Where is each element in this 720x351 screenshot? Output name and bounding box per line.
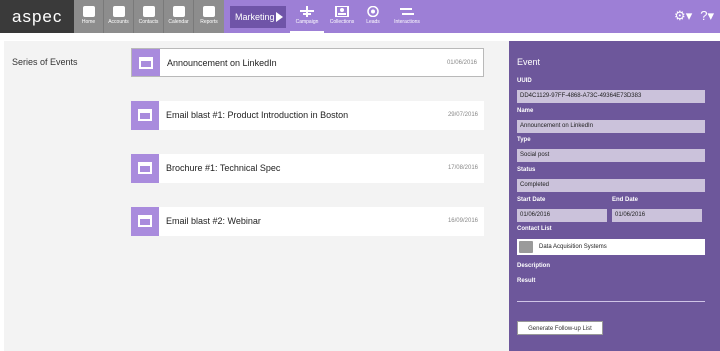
target-icon — [367, 6, 379, 17]
calendar-icon — [138, 109, 152, 121]
generate-follow-up-list-button[interactable]: Generate Follow-up List — [517, 321, 603, 335]
name-label: Name — [517, 108, 534, 114]
status-field[interactable]: Completed — [517, 179, 705, 192]
contact-card-icon — [519, 241, 533, 253]
gear-icon[interactable]: ⚙▾ — [674, 8, 692, 24]
event-item[interactable]: Email blast #1: Product Introduction in … — [131, 101, 484, 130]
event-detail-panel: Event UUID DD4C1129-97FF-4868-A73C-49364… — [509, 41, 720, 351]
top-right-tools: ⚙▾ ?▾ — [674, 8, 714, 24]
tab-collections-label: Collections — [329, 19, 355, 25]
home-icon — [82, 6, 95, 17]
panel-title: Event — [517, 57, 541, 67]
status-label: Status — [517, 167, 536, 173]
contact-list-label: Contact List — [517, 226, 552, 232]
building-icon — [112, 6, 125, 17]
tab-campaign-label: Campaign — [295, 19, 319, 25]
event-item[interactable]: Email blast #2: Webinar 16/09/2016 — [131, 207, 484, 236]
bar-chart-icon — [203, 6, 215, 17]
contact-list-item[interactable]: Data Acquisition Systems — [517, 239, 705, 255]
tab-leads-label: Leads — [366, 19, 380, 25]
description-label: Description — [517, 263, 551, 269]
nav-reports-label: Reports — [200, 19, 218, 25]
sliders-icon — [300, 6, 314, 17]
nav-contacts[interactable]: Contacts — [134, 0, 164, 33]
event-date: 29/07/2016 — [447, 112, 478, 118]
name-field[interactable]: Announcement on LinkedIn — [517, 120, 705, 133]
uuid-field[interactable]: DD4C1129-97FF-4868-A73C-49364E73D383 — [517, 90, 705, 103]
calendar-icon — [172, 6, 185, 17]
main-content: Series of Events Announcement on LinkedI… — [4, 41, 509, 351]
end-date-label: End Date — [612, 197, 639, 203]
event-item[interactable]: Announcement on LinkedIn 01/06/2016 — [131, 48, 484, 77]
nav-calendar-label: Calendar — [168, 19, 189, 25]
swap-arrows-icon — [400, 8, 414, 15]
tab-collections[interactable]: Collections — [326, 0, 358, 33]
nav-home-label: Home — [81, 19, 96, 25]
event-title: Brochure #1: Technical Spec — [166, 163, 281, 173]
series-of-events-label: Series of Events — [12, 57, 78, 67]
tab-leads[interactable]: Leads — [360, 0, 386, 33]
tab-campaign[interactable]: Campaign — [290, 0, 324, 33]
end-date-field[interactable]: 01/06/2016 — [612, 209, 702, 222]
help-icon[interactable]: ?▾ — [700, 8, 714, 24]
nav-accounts[interactable]: Accounts — [104, 0, 134, 33]
event-calendar-icon-box — [131, 207, 159, 236]
calendar-icon — [138, 215, 152, 227]
event-title: Email blast #2: Webinar — [166, 216, 261, 226]
event-title: Announcement on LinkedIn — [167, 58, 277, 68]
calendar-icon — [138, 162, 152, 174]
uuid-label: UUID — [517, 78, 532, 84]
result-label: Result — [517, 278, 536, 284]
event-calendar-icon-box — [131, 154, 159, 183]
main-nav: Home Accounts Contacts Calendar Reports — [74, 0, 224, 33]
tab-interactions-label: Interactions — [394, 19, 420, 25]
tab-interactions[interactable]: Interactions — [390, 0, 424, 33]
event-date: 17/08/2016 — [447, 165, 478, 171]
marketing-label: Marketing — [235, 12, 275, 22]
calendar-icon — [139, 57, 153, 69]
event-title: Email blast #1: Product Introduction in … — [166, 110, 349, 120]
contact-card-icon — [335, 6, 349, 17]
panel-divider — [517, 301, 705, 302]
event-date: 16/09/2016 — [447, 218, 478, 224]
contact-list-name: Data Acquisition Systems — [539, 244, 607, 250]
marketing-button[interactable]: Marketing — [230, 6, 286, 28]
nav-accounts-label: Accounts — [108, 19, 129, 25]
nav-contacts-label: Contacts — [138, 19, 159, 25]
people-icon — [142, 6, 155, 17]
start-date-field[interactable]: 01/06/2016 — [517, 209, 607, 222]
event-item[interactable]: Brochure #1: Technical Spec 17/08/2016 — [131, 154, 484, 183]
nav-calendar[interactable]: Calendar — [164, 0, 194, 33]
nav-home[interactable]: Home — [74, 0, 104, 33]
event-calendar-icon-box — [131, 101, 159, 130]
type-field[interactable]: Social post — [517, 149, 705, 162]
event-calendar-icon-box — [132, 49, 160, 76]
nav-reports[interactable]: Reports — [194, 0, 224, 33]
arrow-right-icon — [276, 12, 283, 22]
start-date-label: Start Date — [517, 197, 546, 203]
top-navigation-bar: aspec Home Accounts Contacts Calendar Re… — [0, 0, 720, 33]
event-date: 01/06/2016 — [446, 60, 477, 66]
type-label: Type — [517, 137, 531, 143]
app-logo[interactable]: aspec — [0, 0, 74, 33]
